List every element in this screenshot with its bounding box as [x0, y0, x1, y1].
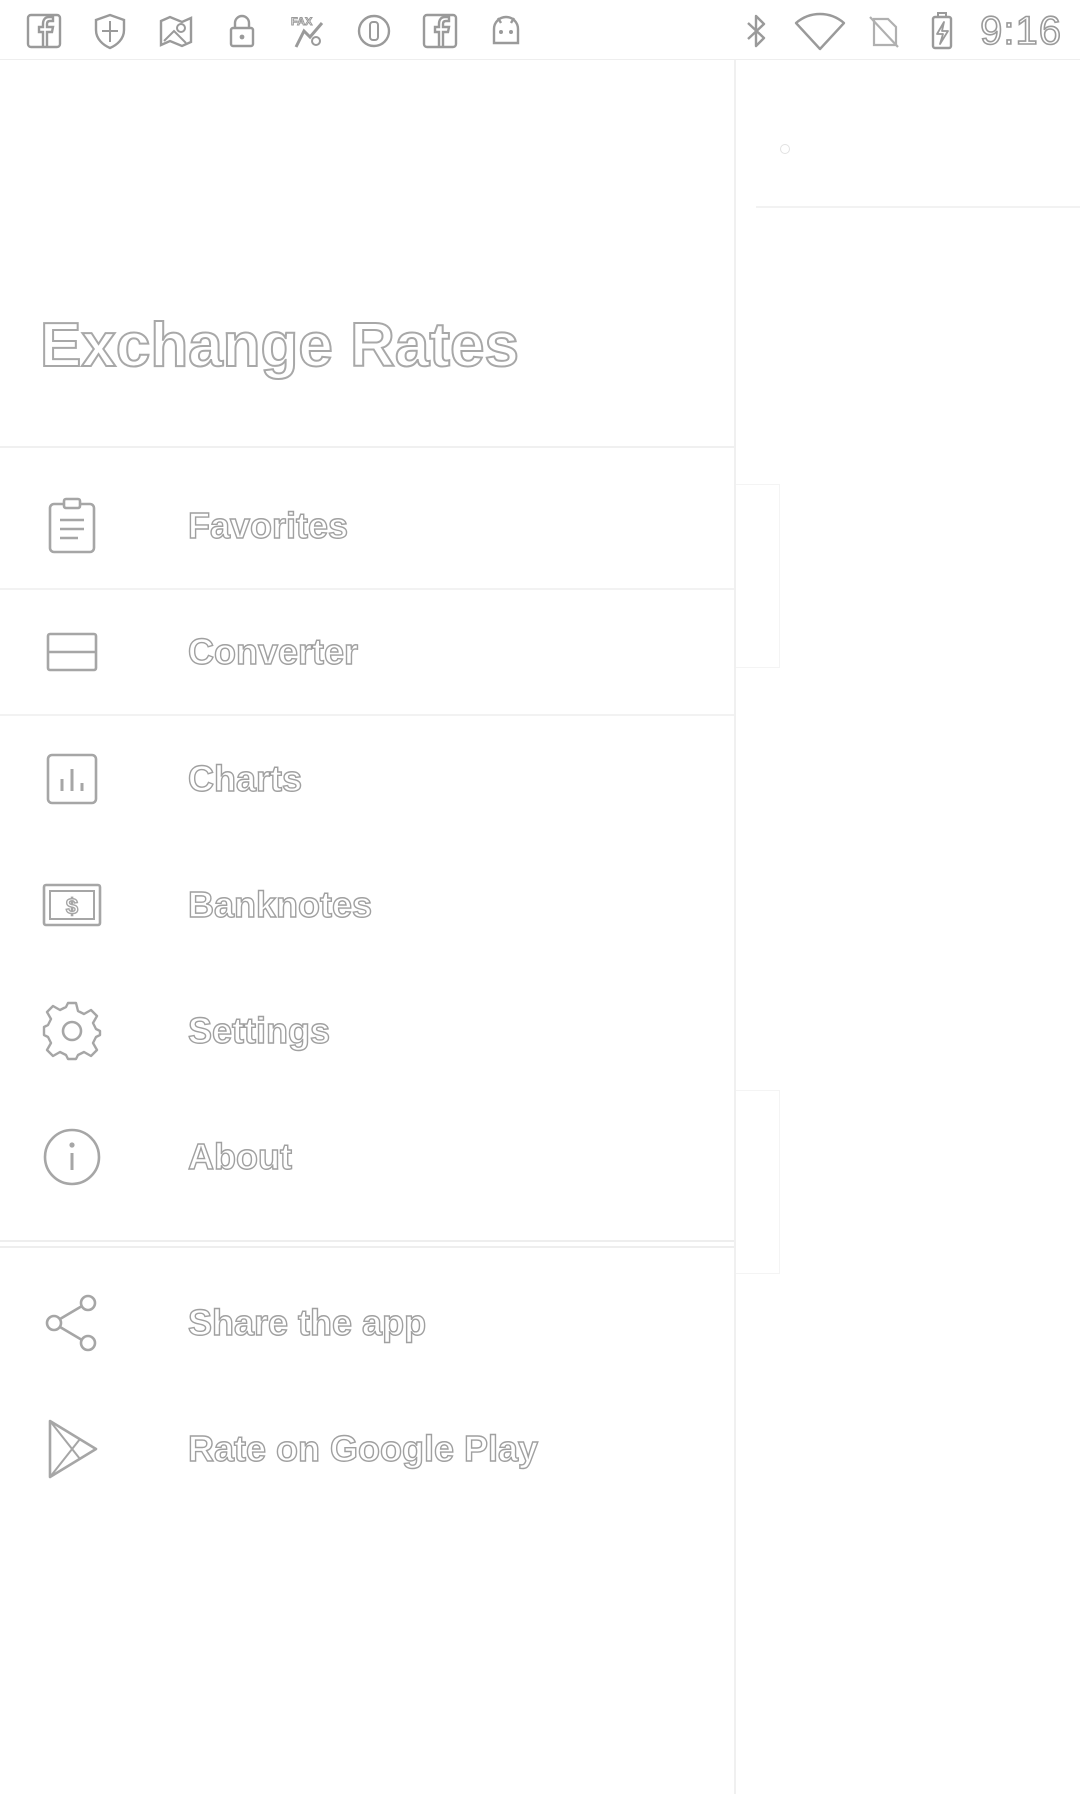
banknote-icon: $: [40, 873, 104, 937]
no-sim-icon: [864, 11, 904, 51]
navigation-drawer: Exchange Rates Favorites Converter Chart…: [0, 60, 736, 1794]
menu-item-banknotes[interactable]: $ Banknotes: [0, 842, 734, 968]
menu-item-settings[interactable]: Settings: [0, 968, 734, 1094]
menu-item-rate-google-play[interactable]: Rate on Google Play: [0, 1386, 734, 1512]
gear-icon: [40, 999, 104, 1063]
menu-item-label: Share the app: [187, 1301, 427, 1343]
menu-item-label: Banknotes: [187, 883, 373, 925]
main-content-background: [736, 60, 1080, 1794]
background-card: [736, 1090, 780, 1274]
primary-menu: Favorites Converter Charts $ Banknotes S…: [0, 464, 734, 1220]
bar-chart-icon: [40, 747, 104, 811]
battery-charging-icon: [922, 11, 962, 51]
app-title: Exchange Rates: [39, 310, 520, 381]
circle-icon: [354, 11, 394, 51]
facebook-icon: [24, 11, 64, 51]
lock-icon: [222, 11, 262, 51]
facebook-icon: [420, 11, 460, 51]
drawer-header: Exchange Rates: [0, 60, 734, 448]
main-toolbar: [756, 68, 1080, 208]
notification-icons: FAX: [24, 6, 526, 56]
share-icon: [40, 1291, 104, 1355]
menu-divider: [0, 1240, 734, 1248]
converter-icon: [40, 620, 104, 684]
menu-item-label: Favorites: [187, 504, 349, 546]
fax-icon: FAX: [288, 11, 328, 51]
bluetooth-icon: [736, 11, 776, 51]
background-card: [736, 484, 780, 668]
play-store-icon: [40, 1417, 104, 1481]
menu-item-label: Rate on Google Play: [187, 1427, 539, 1469]
toolbar-indicator: [780, 144, 790, 154]
menu-item-label: Charts: [187, 757, 303, 799]
system-icons: 9:16: [736, 6, 1062, 56]
menu-item-share-app[interactable]: Share the app: [0, 1260, 734, 1386]
svg-text:FAX: FAX: [291, 16, 313, 28]
svg-text:$: $: [66, 894, 78, 919]
clock: 9:16: [979, 8, 1062, 54]
info-icon: [40, 1125, 104, 1189]
menu-item-label: Settings: [187, 1009, 331, 1051]
menu-item-label: Converter: [187, 630, 359, 672]
wifi-icon: [794, 11, 846, 51]
menu-item-charts[interactable]: Charts: [0, 716, 734, 842]
secondary-menu: Share the app Rate on Google Play: [0, 1260, 734, 1512]
status-bar: FAX 9:16: [0, 0, 1080, 60]
map-icon: [156, 11, 196, 51]
menu-item-about[interactable]: About: [0, 1094, 734, 1220]
menu-item-label: About: [187, 1135, 292, 1177]
clipboard-list-icon: [40, 494, 104, 558]
menu-item-converter[interactable]: Converter: [0, 590, 734, 716]
android-icon: [486, 11, 526, 51]
menu-item-favorites[interactable]: Favorites: [0, 464, 734, 590]
shield-icon: [90, 11, 130, 51]
